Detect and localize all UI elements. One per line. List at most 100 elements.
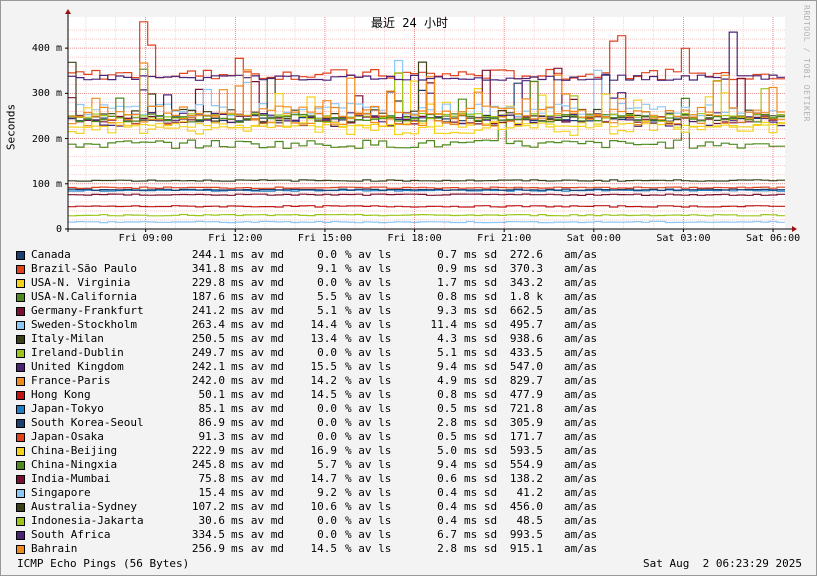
legend-swatch	[16, 265, 25, 274]
legend-avg-value: 244.1	[191, 248, 225, 261]
legend-sd-value: 11.4	[430, 318, 458, 331]
legend-series-name: Ireland-Dublin	[31, 346, 124, 359]
legend-loss-unit: % av ls	[345, 500, 392, 513]
legend-sd-value: 5.1	[437, 346, 457, 359]
legend-avg-unit: ms av md	[231, 402, 284, 415]
legend-swatch	[16, 391, 25, 400]
x-tick-label: Sat 00:00	[566, 233, 621, 244]
legend-loss-unit: % av ls	[345, 542, 392, 555]
legend-sd-value: 9.4	[437, 360, 457, 373]
legend-series-name: United Kingdom	[31, 360, 124, 373]
legend-ratio-unit: am/as	[564, 402, 598, 415]
legend-avg-value: 50.1	[198, 388, 226, 401]
legend-sd-value: 6.7	[437, 528, 457, 541]
legend-loss-value: 0.0	[317, 248, 337, 261]
legend-avg-value: 250.5	[191, 332, 225, 345]
legend-sd-value: 4.3	[437, 332, 457, 345]
legend-ratio-unit: am/as	[564, 528, 598, 541]
x-tick-label: Fri 21:00	[477, 233, 532, 244]
legend-swatch	[16, 349, 25, 358]
legend-avg-value: 341.8	[191, 262, 225, 275]
legend-ratio-unit: am/as	[564, 276, 598, 289]
legend-avg-unit: ms av md	[231, 290, 284, 303]
legend-avg-value: 85.1	[198, 402, 226, 415]
legend-loss-value: 0.0	[317, 430, 337, 443]
legend-loss-unit: % av ls	[345, 374, 392, 387]
legend-swatch	[16, 475, 25, 484]
legend-avg-value: 263.4	[191, 318, 225, 331]
legend-avg-unit: ms av md	[231, 360, 284, 373]
legend-ratio-unit: am/as	[564, 444, 598, 457]
legend-series-name: South Africa	[31, 528, 111, 541]
legend-loss-value: 14.5	[310, 542, 338, 555]
legend-ratio-value: 938.6	[509, 332, 543, 345]
legend-loss-value: 0.0	[317, 276, 337, 289]
rrdtool-credit: RRDTOOL / TOBI OETIKER	[802, 5, 811, 122]
legend-sd-value: 0.5	[437, 430, 457, 443]
legend-sd-value: 2.8	[437, 542, 457, 555]
legend-loss-unit: % av ls	[345, 528, 392, 541]
x-axis-arrow	[792, 226, 797, 232]
legend-avg-value: 249.7	[191, 346, 225, 359]
legend-loss-unit: % av ls	[345, 332, 392, 345]
legend-ratio-unit: am/as	[564, 332, 598, 345]
legend-sd-value: 9.4	[437, 458, 457, 471]
legend-swatch	[16, 517, 25, 526]
legend-ratio-value: 662.5	[509, 304, 543, 317]
legend-loss-unit: % av ls	[345, 444, 392, 457]
legend-loss-value: 0.0	[317, 346, 337, 359]
legend-loss-unit: % av ls	[345, 318, 392, 331]
legend-avg-value: 75.8	[198, 472, 226, 485]
x-tick-label: Fri 09:00	[118, 233, 173, 244]
legend-loss-value: 14.5	[310, 388, 338, 401]
legend-ratio-unit: am/as	[564, 318, 598, 331]
legend-swatch	[16, 545, 25, 554]
legend-ratio-value: 1.8 k	[509, 290, 543, 303]
legend-avg-value: 30.6	[198, 514, 226, 527]
legend-loss-unit: % av ls	[345, 416, 392, 429]
chart-title: 最近 24 小时	[371, 16, 448, 30]
x-tick-label: Fri 15:00	[297, 233, 353, 244]
legend-loss-unit: % av ls	[345, 486, 392, 499]
legend-loss-unit: % av ls	[345, 248, 392, 261]
legend-ratio-unit: am/as	[564, 388, 598, 401]
legend-series-name: Brazil-São Paulo	[31, 262, 137, 275]
legend-ratio-value: 721.8	[509, 402, 543, 415]
x-tick-label: Sat 06:00	[745, 233, 801, 244]
legend-ratio-unit: am/as	[564, 304, 598, 317]
legend-loss-unit: % av ls	[345, 514, 392, 527]
legend-avg-unit: ms av md	[231, 304, 284, 317]
legend-series-name: Sweden-Stockholm	[31, 318, 137, 331]
legend-avg-unit: ms av md	[231, 500, 284, 513]
legend-ratio-unit: am/as	[564, 262, 598, 275]
legend-loss-value: 0.0	[317, 528, 337, 541]
legend-swatch	[16, 377, 25, 386]
legend-avg-unit: ms av md	[231, 542, 284, 555]
legend-loss-unit: % av ls	[345, 458, 392, 471]
legend-loss-unit: % av ls	[345, 472, 392, 485]
legend-avg-value: 15.4	[198, 486, 226, 499]
legend-ratio-value: 554.9	[509, 458, 543, 471]
legend-series-name: Singapore	[31, 486, 91, 499]
legend-series-name: Hong Kong	[31, 388, 91, 401]
legend-ratio-unit: am/as	[564, 360, 598, 373]
legend-avg-value: 242.1	[191, 360, 225, 373]
legend-sd-value: 0.4	[437, 486, 457, 499]
legend-loss-unit: % av ls	[345, 388, 392, 401]
legend-swatch	[16, 335, 25, 344]
legend-swatch	[16, 489, 25, 498]
legend-series-name: Italy-Milan	[31, 332, 104, 345]
y-tick-label: 0	[55, 224, 62, 235]
legend-avg-unit: ms av md	[231, 458, 284, 471]
legend-avg-unit: ms av md	[231, 514, 284, 527]
legend-swatch	[16, 531, 25, 540]
legend-ratio-unit: am/as	[564, 514, 598, 527]
legend-avg-unit: ms av md	[231, 388, 284, 401]
legend-ratio-value: 272.6	[509, 248, 543, 261]
legend-loss-value: 14.7	[310, 472, 338, 485]
legend-ratio-unit: am/as	[564, 430, 598, 443]
legend-avg-value: 187.6	[191, 290, 225, 303]
legend-sd-value: 0.5	[437, 402, 457, 415]
legend-sd-value: 0.4	[437, 514, 457, 527]
legend-ratio-value: 343.2	[509, 276, 543, 289]
